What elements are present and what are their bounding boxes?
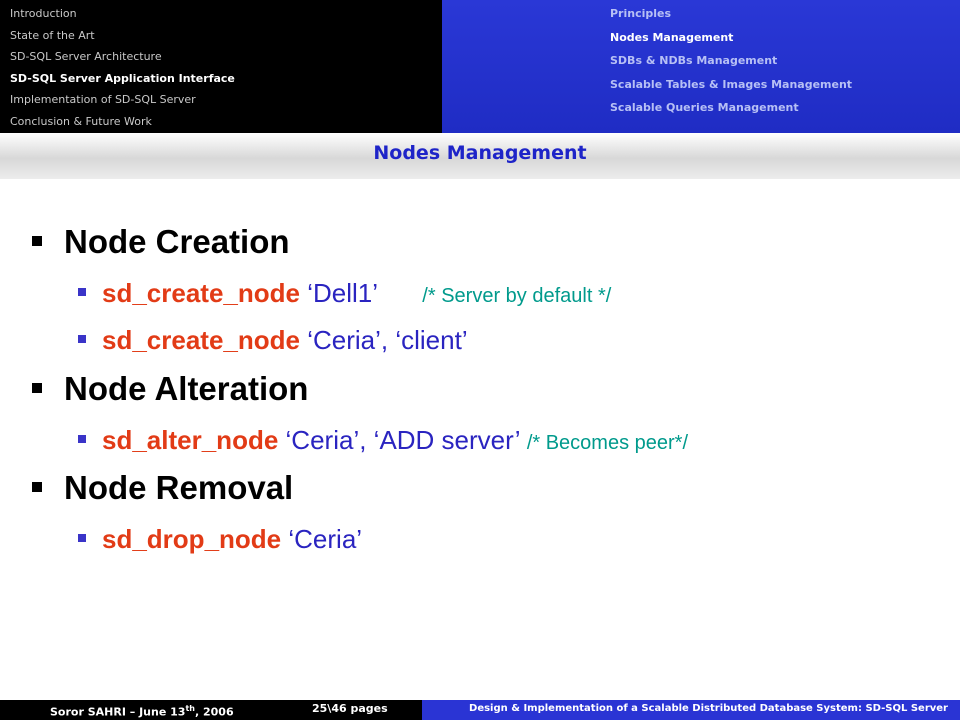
footer-presentation-title: Design & Implementation of a Scalable Di… xyxy=(422,700,960,720)
bullet-node-removal: Node Removal xyxy=(32,469,293,525)
square-bullet-icon xyxy=(32,383,42,394)
footer-bar: Soror SAHRI – June 13th, 2006 25\46 page… xyxy=(0,700,960,720)
nav-section-state-of-art[interactable]: State of the Art xyxy=(10,27,235,49)
comment-text: /* Server by default */ xyxy=(422,285,612,307)
heading-node-creation: Node Creation xyxy=(64,223,290,260)
bullet-drop-ceria: sd_drop_node ‘Ceria’ xyxy=(78,524,362,555)
command-text: sd_alter_node xyxy=(102,425,279,455)
arguments-text: ‘Dell1’ xyxy=(307,278,378,308)
square-bullet-icon xyxy=(78,335,86,344)
slide-title: Nodes Management xyxy=(373,142,587,164)
section-nav: Introduction State of the Art SD-SQL Ser… xyxy=(10,5,235,134)
arguments-text: ‘Ceria’ xyxy=(288,524,363,554)
bullet-create-dell1: sd_create_node ‘Dell1’ /* Server by defa… xyxy=(78,278,611,309)
arguments-text: ‘Ceria’, ‘client’ xyxy=(307,325,468,355)
bullet-node-creation: Node Creation xyxy=(32,223,290,279)
bullet-alter-ceria: sd_alter_node ‘Ceria’, ‘ADD server’ /* B… xyxy=(78,425,688,456)
command-text: sd_create_node xyxy=(102,278,300,308)
square-bullet-icon xyxy=(32,482,42,493)
slide-title-bar: Nodes Management xyxy=(0,133,960,179)
subsection-nav-panel: Principles Nodes Management SDBs & NDBs … xyxy=(442,0,960,133)
author-year: , 2006 xyxy=(194,705,234,719)
square-bullet-icon xyxy=(32,236,42,247)
author-date-suffix: th xyxy=(185,704,195,713)
comment-text: /* Becomes peer*/ xyxy=(526,432,689,454)
footer-page-count: 25\46 pages xyxy=(312,702,388,715)
subsection-nav: Principles Nodes Management SDBs & NDBs … xyxy=(610,5,852,123)
nav-sub-principles[interactable]: Principles xyxy=(610,5,852,29)
footer-author: Soror SAHRI – June 13th, 2006 xyxy=(50,700,234,722)
nav-sub-scalable-tables[interactable]: Scalable Tables & Images Management xyxy=(610,76,852,100)
command-text: sd_drop_node xyxy=(102,524,282,554)
square-bullet-icon xyxy=(78,288,86,297)
bullet-node-alteration: Node Alteration xyxy=(32,370,308,426)
heading-node-removal: Node Removal xyxy=(64,469,294,506)
arguments-text: ‘Ceria’, ‘ADD server’ xyxy=(285,425,520,455)
nav-sub-nodes-management[interactable]: Nodes Management xyxy=(610,29,852,53)
nav-section-application-interface[interactable]: SD-SQL Server Application Interface xyxy=(10,70,235,92)
author-name: Soror SAHRI – June 13 xyxy=(50,705,186,719)
square-bullet-icon xyxy=(78,435,86,444)
section-nav-panel: Introduction State of the Art SD-SQL Ser… xyxy=(0,0,442,133)
footer-left: Soror SAHRI – June 13th, 2006 25\46 page… xyxy=(0,700,422,720)
bullet-create-ceria: sd_create_node ‘Ceria’, ‘client’ xyxy=(78,325,468,356)
nav-sub-sdbs-ndbs[interactable]: SDBs & NDBs Management xyxy=(610,52,852,76)
heading-node-alteration: Node Alteration xyxy=(64,370,309,407)
nav-section-introduction[interactable]: Introduction xyxy=(10,5,235,27)
command-text: sd_create_node xyxy=(102,325,300,355)
nav-sub-scalable-queries[interactable]: Scalable Queries Management xyxy=(610,99,852,123)
nav-section-architecture[interactable]: SD-SQL Server Architecture xyxy=(10,48,235,70)
nav-section-conclusion[interactable]: Conclusion & Future Work xyxy=(10,113,235,135)
square-bullet-icon xyxy=(78,534,86,543)
nav-section-implementation[interactable]: Implementation of SD-SQL Server xyxy=(10,91,235,113)
